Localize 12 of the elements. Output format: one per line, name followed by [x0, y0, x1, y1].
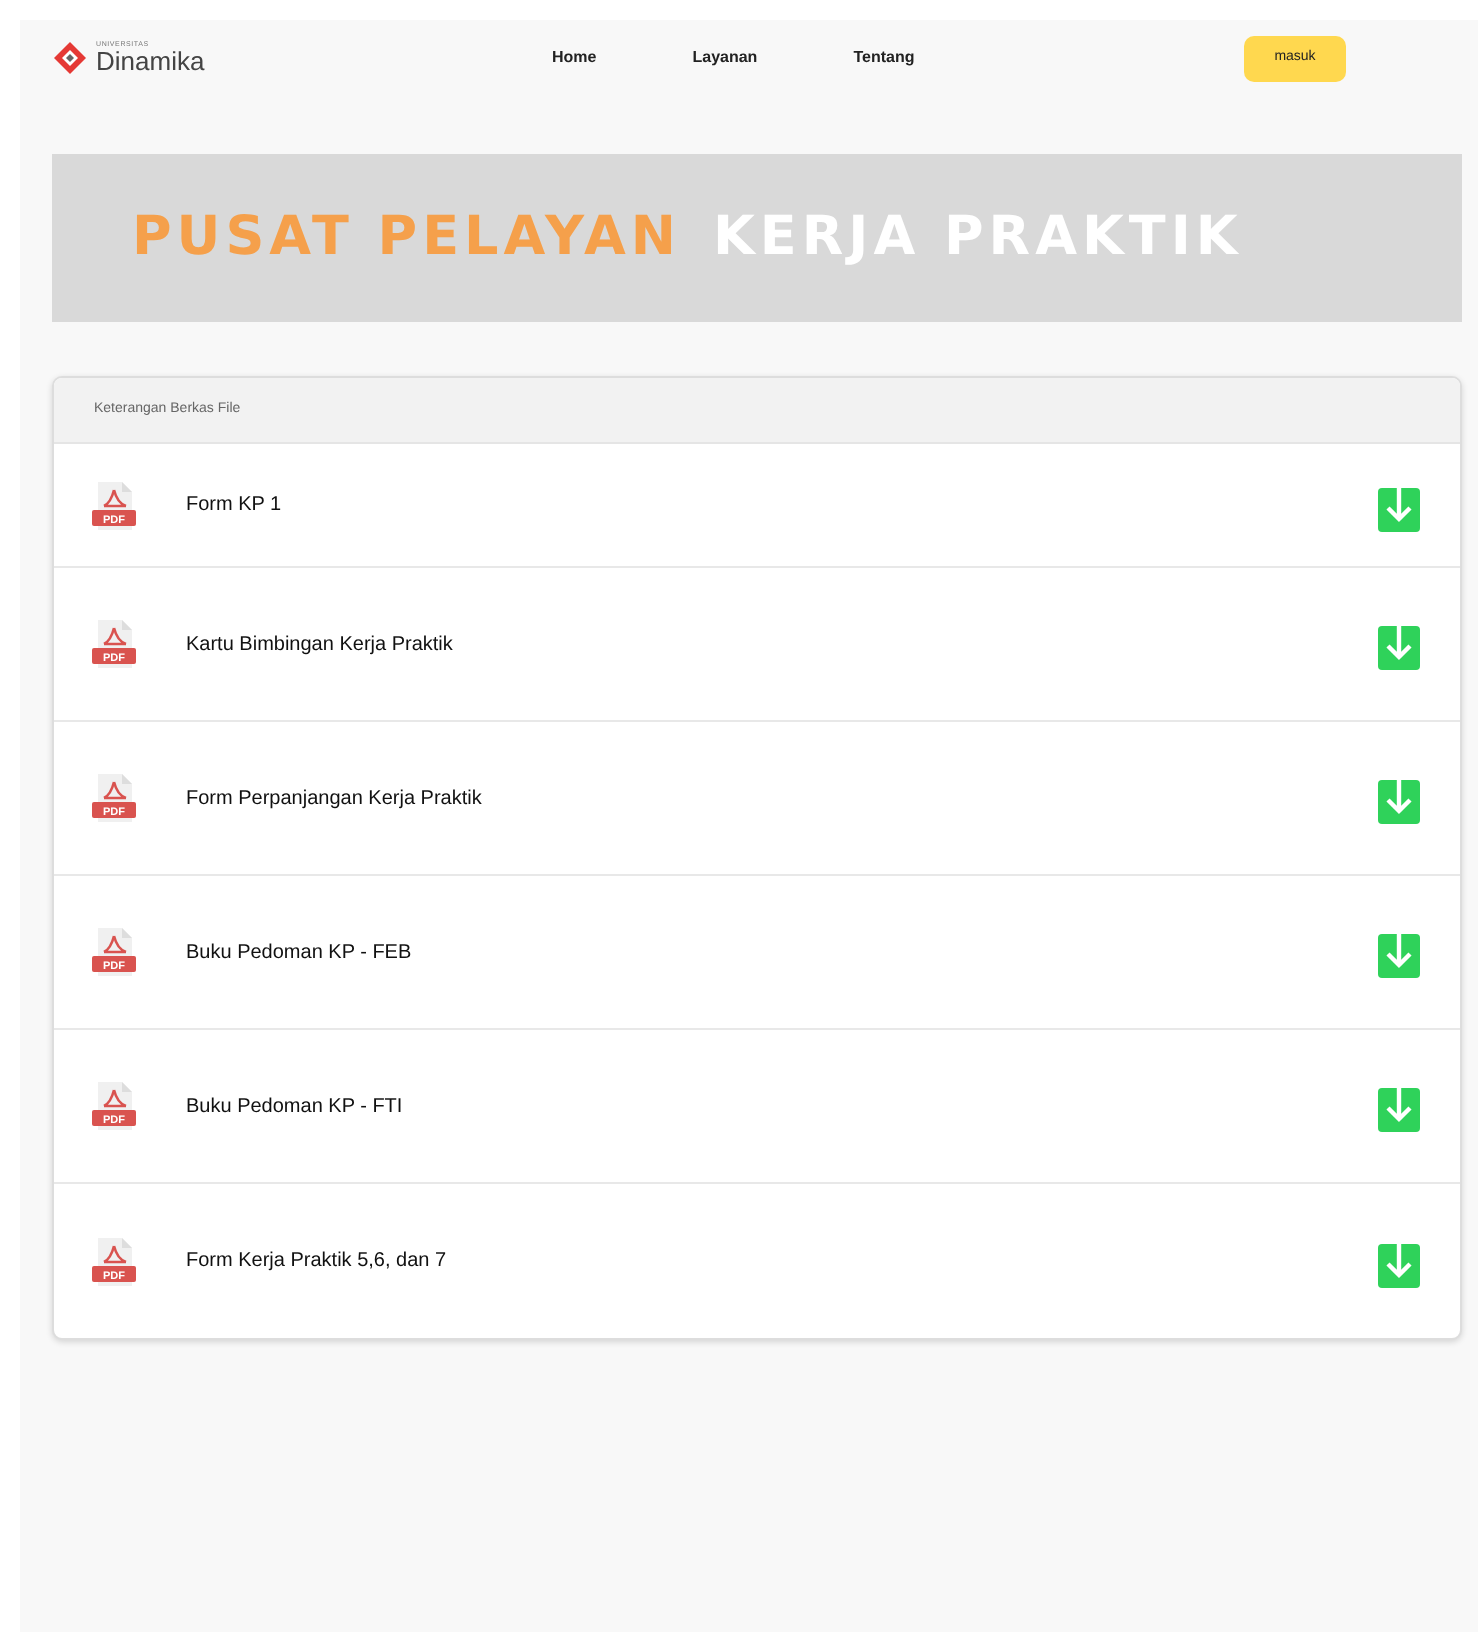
nav-link[interactable]: Tentang: [853, 46, 915, 70]
logo-icon: [52, 40, 88, 76]
nav-link[interactable]: Home: [552, 46, 597, 70]
file-name: Form Kerja Praktik 5,6, dan 7: [186, 1248, 447, 1276]
file-name: Form KP 1: [186, 492, 282, 520]
file-name: Kartu Bimbingan Kerja Praktik: [186, 631, 453, 659]
file-name: Buku Pedoman KP - FTI: [186, 1093, 403, 1121]
logo-text: Dinamika: [96, 48, 205, 75]
file-name: Form Perpanjangan Kerja Praktik: [186, 785, 482, 813]
file-name: Buku Pedoman KP - FEB: [186, 939, 412, 967]
nav-link[interactable]: Layanan: [692, 46, 758, 70]
banner-heading: PUSAT PELAYAN: [132, 203, 681, 272]
